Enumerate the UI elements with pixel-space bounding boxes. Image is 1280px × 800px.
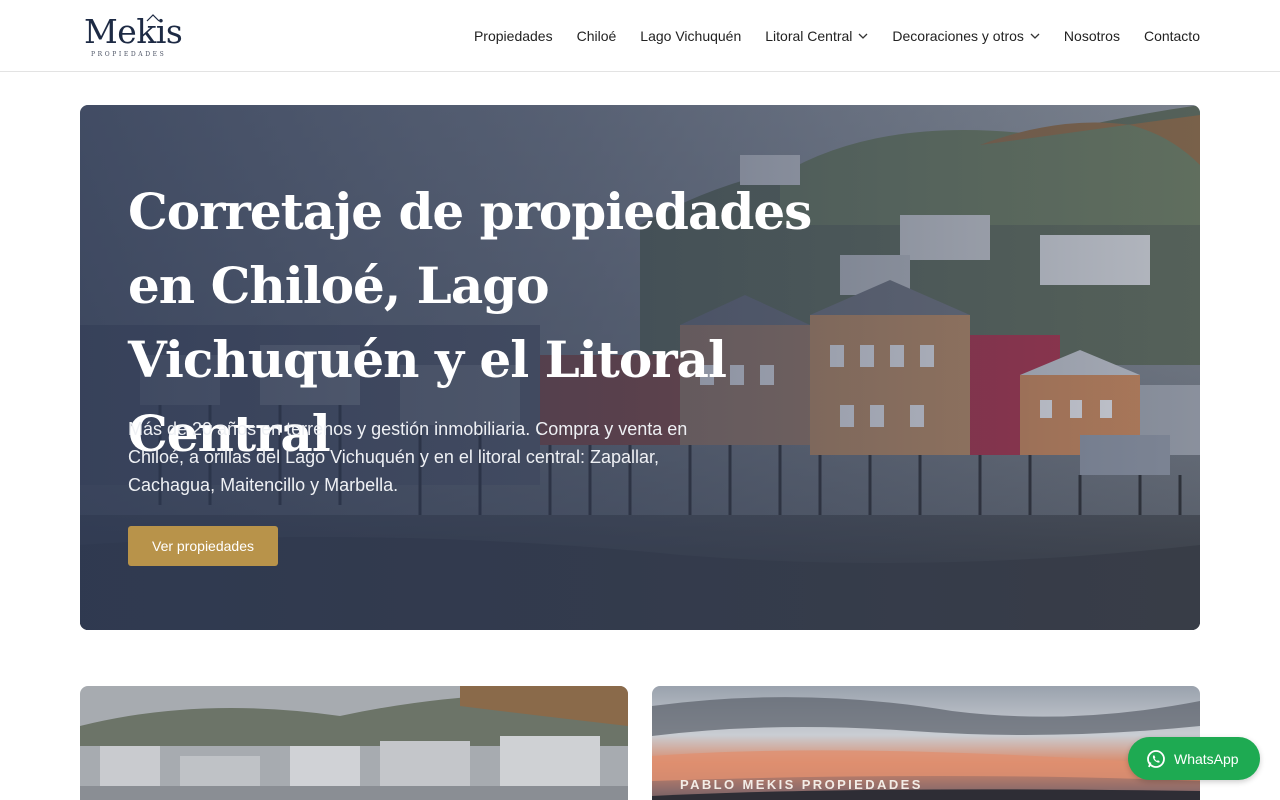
chevron-down-icon	[1030, 33, 1040, 39]
nav-item-label: Propiedades	[473, 28, 553, 44]
logo-wordmark: Mekis	[84, 12, 183, 51]
site-header: Mekis PROPIEDADES Propiedades Chiloé Lag…	[0, 0, 1280, 72]
main-nav: Propiedades Chiloé Lago Vichuquén Litora…	[450, 0, 1200, 72]
nav-item-label: Contacto	[1143, 28, 1200, 44]
nav-item-label: Lago Vichuquén	[640, 28, 742, 44]
hero-banner: Corretaje de propiedades en Chiloé, Lago…	[80, 105, 1200, 630]
nav-item-label: Nosotros	[1063, 28, 1120, 44]
chevron-down-icon	[858, 33, 868, 39]
card-chiloe[interactable]	[80, 686, 628, 800]
whatsapp-button[interactable]: WhatsApp	[1128, 737, 1260, 780]
whatsapp-icon	[1147, 749, 1165, 768]
nav-item-nosotros[interactable]: Nosotros	[1064, 28, 1120, 44]
ver-propiedades-button[interactable]: Ver propiedades	[128, 526, 278, 566]
nav-item-decoraciones[interactable]: Decoraciones y otros	[892, 28, 1040, 44]
whatsapp-label: WhatsApp	[1174, 750, 1239, 767]
house-roof-icon	[146, 14, 160, 22]
card-pablo-mekis[interactable]: PABLO MEKIS PROPIEDADES	[652, 686, 1200, 800]
logo[interactable]: Mekis PROPIEDADES	[82, 12, 183, 60]
nav-item-label: Decoraciones y otros	[892, 28, 1024, 44]
nav-item-litoral-central[interactable]: Litoral Central	[765, 28, 868, 44]
nav-item-propiedades[interactable]: Propiedades	[474, 28, 553, 44]
nav-item-label: Chiloé	[576, 28, 617, 44]
nav-item-contacto[interactable]: Contacto	[1144, 28, 1200, 44]
card-caption: PABLO MEKIS PROPIEDADES	[680, 777, 923, 792]
hero-description: Más de 20 años en terrenos y gestión inm…	[128, 419, 688, 495]
nav-item-lago-vichuquen[interactable]: Lago Vichuquén	[640, 28, 741, 44]
logo-subtitle: PROPIEDADES	[91, 51, 167, 58]
nav-item-label: Litoral Central	[765, 28, 853, 44]
nav-item-chiloe[interactable]: Chiloé	[577, 28, 617, 44]
chiloe-houses-image	[80, 686, 628, 800]
